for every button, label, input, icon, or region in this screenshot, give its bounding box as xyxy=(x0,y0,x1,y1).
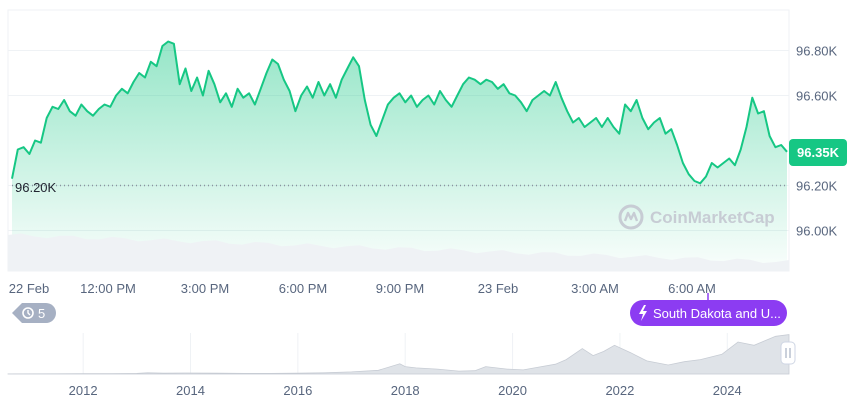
history-x-axis-labels: 2012 2014 2016 2018 2020 2022 2024 xyxy=(69,383,742,398)
x-tick-label: 12:00 PM xyxy=(80,281,136,296)
price-area-fill xyxy=(12,41,787,271)
history-tick-label: 2022 xyxy=(605,383,634,398)
history-tick-label: 2016 xyxy=(283,383,312,398)
y-tick-label: 96.80K xyxy=(796,44,838,59)
x-tick-label: 3:00 AM xyxy=(571,281,619,296)
history-tick-label: 2020 xyxy=(498,383,527,398)
history-tick-label: 2018 xyxy=(391,383,420,398)
x-tick-label: 6:00 PM xyxy=(279,281,327,296)
y-tick-label: 96.00K xyxy=(796,224,838,239)
history-area xyxy=(7,334,790,375)
current-price-value: 96.35K xyxy=(797,145,840,160)
x-axis-labels: 22 Feb 12:00 PM 3:00 PM 6:00 PM 9:00 PM 23 Fe… xyxy=(9,281,716,300)
current-price-tag: 96.35K xyxy=(789,139,847,166)
history-tick-label: 2012 xyxy=(69,383,98,398)
start-price-label: 96.20K xyxy=(15,180,57,195)
x-tick-label: 9:00 PM xyxy=(376,281,424,296)
watermark-text: CoinMarketCap xyxy=(650,208,775,227)
x-tick-label: 22 Feb xyxy=(9,281,49,296)
x-tick-label: 3:00 PM xyxy=(181,281,229,296)
x-tick-label: 23 Feb xyxy=(478,281,518,296)
history-tick-label: 2014 xyxy=(176,383,205,398)
y-tick-label: 96.20K xyxy=(796,179,838,194)
range-handle[interactable] xyxy=(780,341,796,365)
history-count: 5 xyxy=(38,306,45,321)
y-tick-label: 96.60K xyxy=(796,89,838,104)
price-chart: CoinMarketCap 96.20K 96.80K 96.60K 96.20K 9… xyxy=(7,9,847,398)
history-tick-label: 2024 xyxy=(713,383,742,398)
event-pill[interactable]: South Dakota and U... xyxy=(630,300,787,326)
history-badge[interactable]: 5 xyxy=(12,303,56,323)
event-pill-label: South Dakota and U... xyxy=(653,306,781,321)
